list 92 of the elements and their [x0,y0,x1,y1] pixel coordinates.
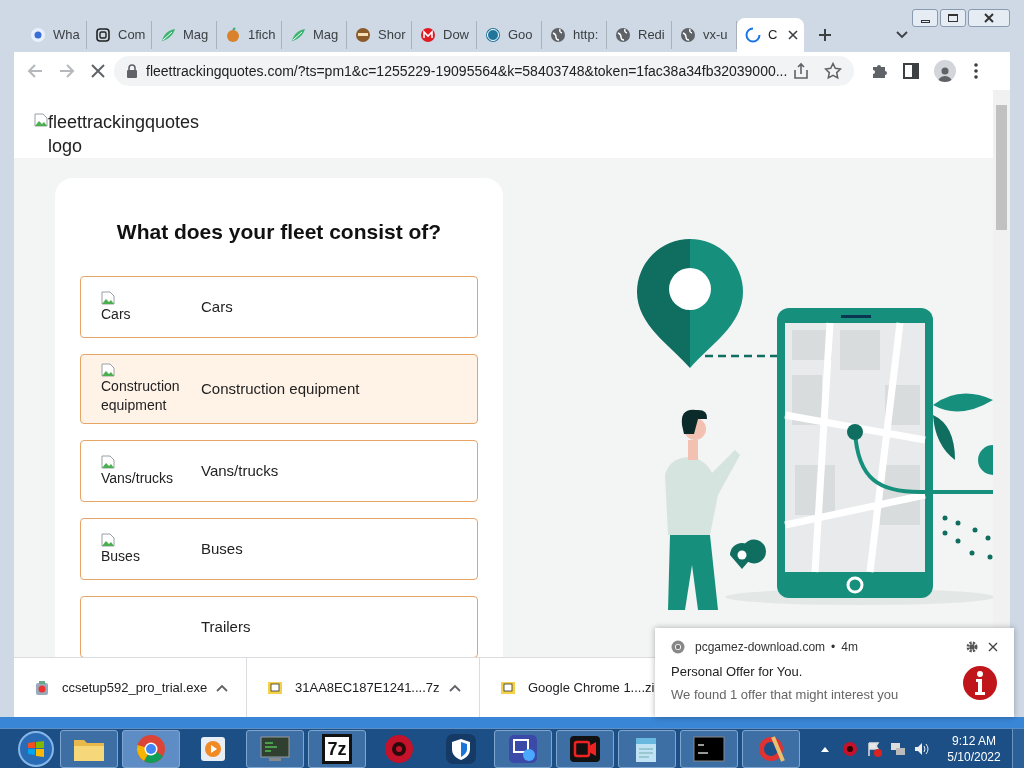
circle-icon [30,27,46,43]
taskbar-app[interactable] [60,729,118,768]
clock-date[interactable]: 5/10/2022 [947,748,1001,765]
notification-age: 4m [841,639,858,656]
browser-tab[interactable]: Wha [22,21,87,49]
side-panel-icon[interactable] [902,62,920,80]
minimize-button[interactable] [912,9,938,27]
browser-tab[interactable]: Shor [347,21,412,49]
lock-icon[interactable] [126,64,138,78]
close-icon[interactable] [988,642,998,652]
taskbar-app[interactable] [494,729,552,768]
broken-image-icon [101,290,115,305]
image-alt-text: Construction equipment [101,377,181,415]
network-icon[interactable] [890,740,906,757]
minimize-icon [920,19,930,23]
taskbar-app[interactable] [618,729,676,768]
broken-image-icon [101,532,115,547]
gear-icon[interactable] [842,740,858,757]
fleet-option[interactable]: Cars Cars [80,276,478,338]
globe-icon [680,27,696,43]
broken-image-icon [34,113,48,127]
logo-alt-text: fleettrackingquotes logo [48,111,201,158]
image-alt-text: Cars [101,304,131,324]
new-tab-icon[interactable] [818,28,832,42]
close-button[interactable] [968,9,1010,27]
caret-icon[interactable] [216,683,228,692]
address-bar[interactable]: fleettrackingquotes.com/?ts=pm1&c=1255229-19095564&k=58403748&token=1fac38a34fb32039000... [114,56,854,86]
spinner-icon [745,27,761,43]
notification-site: pcgamez-download.com [695,639,826,656]
installer-icon [34,679,50,696]
browser-tab[interactable]: 1fich [217,21,282,49]
leaf-icon [160,27,176,43]
profile-avatar[interactable] [934,60,956,82]
download-item[interactable]: ccsetup592_pro_trial.exe [34,677,208,698]
start-button[interactable] [18,730,54,767]
windows-logo-icon [27,739,45,758]
square-icon [95,27,111,43]
settings-icon[interactable] [966,641,978,653]
stop-icon[interactable] [90,63,106,79]
fleet-option[interactable]: Construction equipment Construction equipment [80,354,478,424]
info-icon [962,665,998,701]
browser-tab[interactable]: Redi [607,21,672,49]
circle-icon [420,27,436,43]
chrome-icon [671,640,685,654]
taskbar-app[interactable] [556,729,614,768]
fleet-option[interactable]: Trailers [80,596,478,657]
fleet-option[interactable]: Vans/trucks Vans/trucks [80,440,478,502]
browser-tab[interactable]: Mag [282,21,347,49]
taskbar-app[interactable] [122,729,180,768]
image-alt-text: Buses [101,546,140,566]
taskbar-app[interactable] [680,729,738,768]
scrollbar-thumb[interactable] [996,105,1007,230]
maximize-icon [948,14,958,22]
globe-icon [550,27,566,43]
download-item[interactable]: Google Chrome 1....zi [500,677,655,698]
browser-tab[interactable]: Goo [477,21,542,49]
separator-dot: • [831,639,836,656]
notification-body: We found 1 offer that might interest you [671,685,899,704]
face-icon [355,27,371,43]
browser-tab[interactable]: Dow [412,21,477,49]
share-icon[interactable] [792,62,810,80]
url-text: fleettrackingquotes.com/?ts=pm1&c=1255229-19095564&k=58403748&token=1fac38a34fb32039000... [146,61,788,81]
caret-icon[interactable] [449,683,461,692]
app-logo-text: 7z [327,738,347,759]
circle-icon [485,27,501,43]
close-icon [984,13,994,23]
taskbar-app[interactable]: 7z [308,729,366,768]
broken-image-icon [101,363,115,377]
clock-time[interactable]: 9:12 AM [952,732,996,749]
browser-tab[interactable]: Mag [152,21,217,49]
browser-tab[interactable]: C [737,18,804,52]
archive-icon [500,679,516,696]
star-icon[interactable] [824,62,842,80]
notification-title: Personal Offer for You. [671,663,804,681]
question-heading: What does your fleet consist of? [115,219,443,245]
fruit-icon [225,27,241,43]
image-alt-text: Vans/trucks [101,468,174,488]
fleet-option[interactable]: Buses Buses [80,518,478,580]
taskbar-app[interactable] [742,729,800,768]
flag-icon[interactable] [866,740,882,757]
leaf-icon [290,27,306,43]
broken-image-icon [101,454,115,469]
download-item[interactable]: 31AA8EC187E1241....7z [267,677,440,698]
globe-icon [615,27,631,43]
maximize-button[interactable] [940,9,966,27]
puzzle-icon[interactable] [870,62,888,80]
archive-icon [267,679,283,696]
browser-tab[interactable]: http: [542,21,607,49]
tab-search-icon[interactable] [896,31,908,39]
browser-tab[interactable]: Com [87,21,152,49]
menu-icon[interactable] [974,63,978,79]
close-icon[interactable] [788,30,798,40]
